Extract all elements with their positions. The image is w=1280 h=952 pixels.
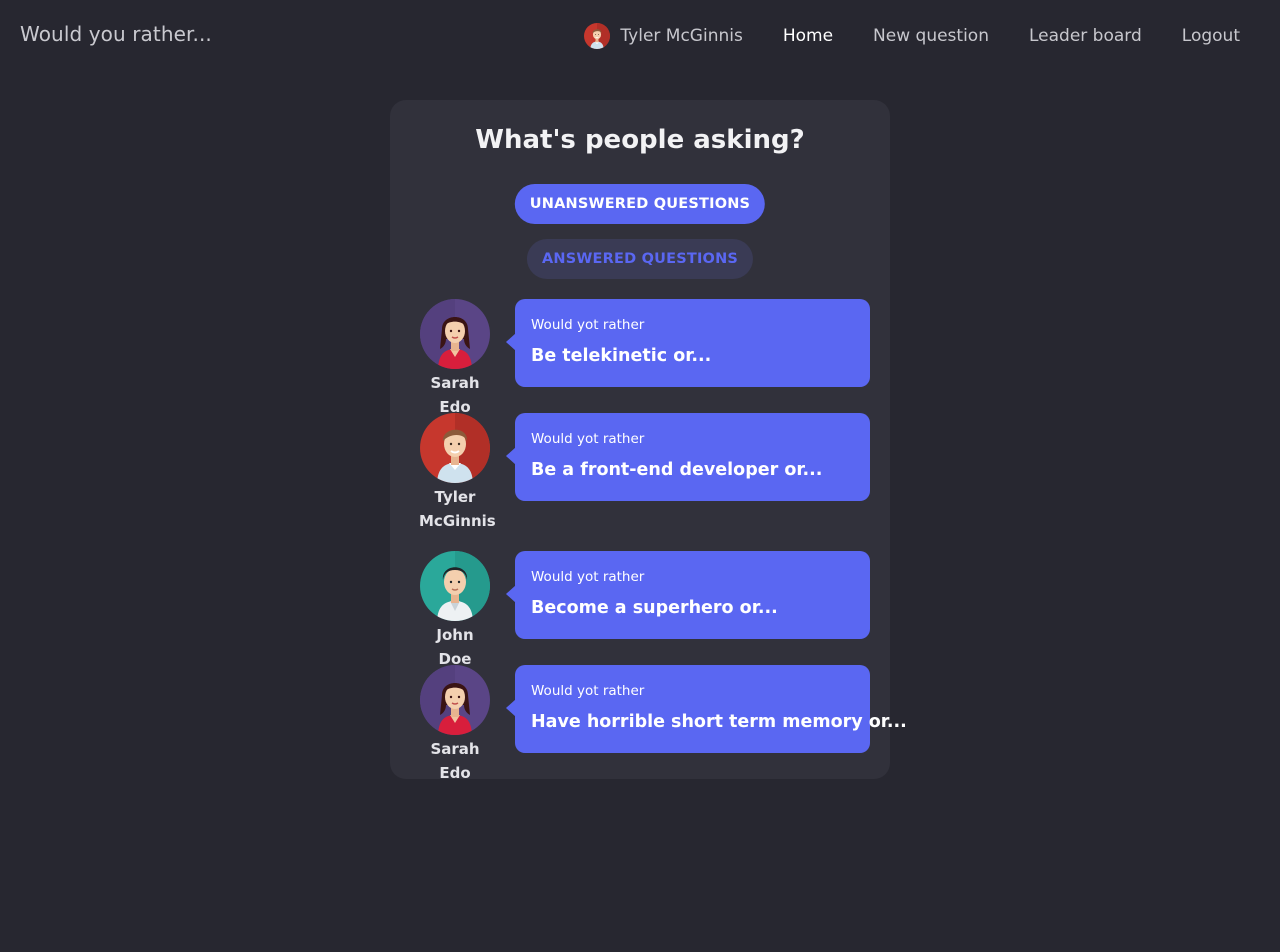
unanswered-questions-tab[interactable]: UNANSWERED QUESTIONS xyxy=(514,184,766,224)
nav-logout-link[interactable]: Logout xyxy=(1182,26,1240,46)
author-avatar xyxy=(420,299,490,369)
questions-card: What's people asking? UNANSWERED QUESTIO… xyxy=(390,100,907,782)
current-user: Tyler McGinnis xyxy=(584,23,743,49)
question-author: Tyler McGinnis xyxy=(419,413,496,533)
user-name: Tyler McGinnis xyxy=(620,26,743,46)
question-text: Have horrible short term memory or... xyxy=(531,712,907,732)
top-navigation-bar: Would you rather... Tyler McGinnis Home … xyxy=(0,0,1280,72)
author-avatar xyxy=(420,551,490,621)
page-title: What's people asking? xyxy=(475,125,805,155)
question-author: Sarah Edo xyxy=(420,665,490,785)
author-name: Tyler McGinnis xyxy=(419,488,496,530)
john-avatar-icon xyxy=(420,551,490,621)
question-prefix: Would yot rather xyxy=(531,683,645,699)
app-brand[interactable]: Would you rather... xyxy=(20,22,212,46)
tyler-avatar-icon xyxy=(584,23,610,49)
nav-leader-board-link[interactable]: Leader board xyxy=(1029,26,1142,46)
author-avatar xyxy=(420,413,490,483)
question-author: Sarah Edo xyxy=(420,299,490,419)
user-avatar xyxy=(584,23,610,49)
question-author: John Doe xyxy=(420,551,490,671)
question-prefix: Would yot rather xyxy=(531,317,645,333)
author-avatar xyxy=(420,665,490,735)
question-bubble[interactable]: Would yot rather Have horrible short ter… xyxy=(506,665,907,753)
sarah-avatar-icon xyxy=(420,665,490,735)
sarah-avatar-icon xyxy=(420,299,490,369)
question-prefix: Would yot rather xyxy=(531,431,645,447)
author-name: Sarah Edo xyxy=(430,740,480,782)
nav-new-question-link[interactable]: New question xyxy=(873,26,989,46)
answered-questions-tab[interactable]: ANSWERED QUESTIONS xyxy=(526,239,754,279)
question-text: Become a superhero or... xyxy=(531,598,778,618)
question-bubble[interactable]: Would yot rather Become a superhero or..… xyxy=(506,551,870,639)
question-text: Be a front-end developer or... xyxy=(531,460,823,480)
tyler-avatar-icon xyxy=(420,413,490,483)
question-text: Be telekinetic or... xyxy=(531,346,712,366)
author-name: John Doe xyxy=(436,626,474,668)
author-name: Sarah Edo xyxy=(430,374,480,416)
main-nav: Tyler McGinnis Home New question Leader … xyxy=(584,22,1240,50)
question-prefix: Would yot rather xyxy=(531,569,645,585)
question-bubble[interactable]: Would yot rather Be a front-end develope… xyxy=(506,413,870,501)
question-bubble[interactable]: Would yot rather Be telekinetic or... xyxy=(506,299,870,387)
nav-home-link[interactable]: Home xyxy=(783,26,833,46)
